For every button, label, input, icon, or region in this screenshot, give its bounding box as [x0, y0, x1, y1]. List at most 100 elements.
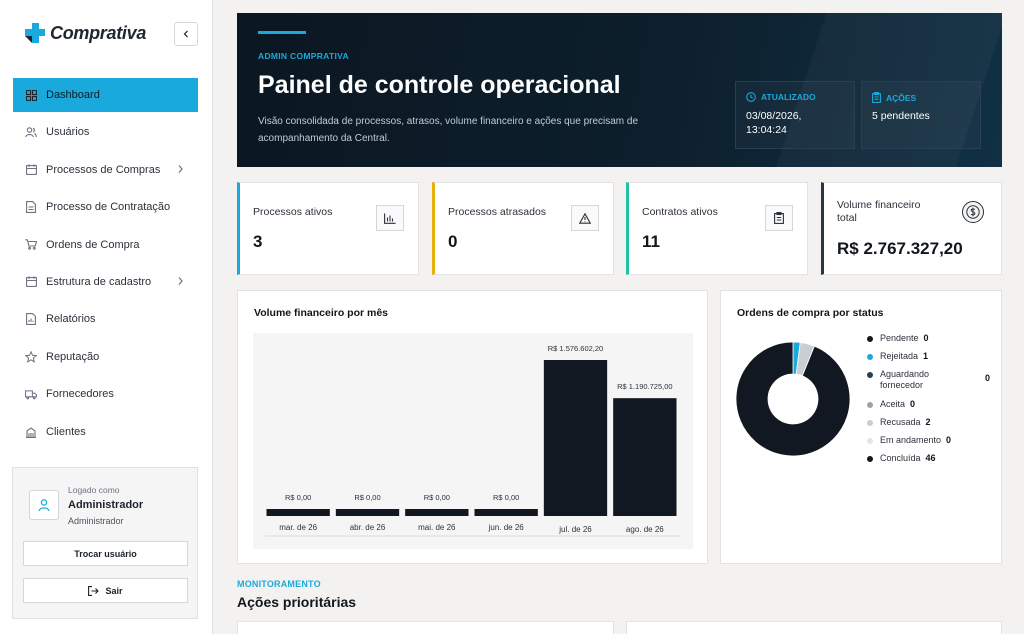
bar[interactable]: [405, 509, 469, 516]
sidebar-item-fornecedores[interactable]: Fornecedores: [13, 377, 198, 411]
sidebar-item-label: Estrutura de cadastro: [46, 275, 152, 288]
updated-box: ATUALIZADO 03/08/2026, 13:04:24: [735, 81, 855, 149]
legend-swatch: [867, 456, 873, 462]
stat-label: Processos atrasados: [448, 206, 547, 218]
building-icon: [25, 426, 37, 438]
bar-chart-title: Volume financeiro por mês: [254, 307, 389, 319]
legend-label: Concluída: [880, 453, 921, 463]
report-icon: [25, 313, 37, 326]
sidebar-item-reputacao[interactable]: Reputação: [13, 340, 198, 374]
calendar-icon: [25, 164, 37, 176]
stat-value: R$ 2.767.327,20: [837, 239, 963, 258]
avatar: [29, 490, 59, 520]
stat-value: 0: [448, 232, 458, 251]
legend-label: Rejeitada: [880, 351, 919, 361]
bar-value-label: R$ 1.190.725,00: [617, 382, 672, 391]
switch-user-label: Trocar usuário: [74, 548, 137, 559]
brand-name: Comprativa: [50, 22, 147, 43]
bar-chart-panel: Volume financeiro por mês R$ 0,00 mar. de…: [237, 290, 708, 564]
bar[interactable]: [335, 509, 400, 516]
cart-icon: [25, 239, 37, 251]
sidebar-item-estrutura-de-cadastro[interactable]: Estrutura de cadastro: [13, 265, 198, 299]
sidebar-item-label: Relatórios: [46, 313, 96, 326]
legend-item: Pendente 0: [867, 333, 997, 343]
bar[interactable]: [474, 509, 538, 516]
sidebar-item-label: Fornecedores: [46, 388, 114, 401]
sidebar-item-relatorios[interactable]: Relatórios: [13, 302, 198, 336]
stat-card-processos-atrasados[interactable]: Processos atrasados 0: [432, 182, 614, 275]
switch-user-button[interactable]: Trocar usuário: [23, 541, 188, 566]
dollar-icon: [959, 199, 987, 225]
stat-label: Processos ativos: [253, 206, 333, 218]
stat-card-volume-financeiro[interactable]: Volume financeiro total R$ 2.767.327,20: [821, 182, 1002, 275]
bar[interactable]: [266, 509, 330, 516]
chevron-right-icon: [178, 277, 183, 285]
sidebar-item-processos-de-compras[interactable]: Processos de Compras: [13, 153, 198, 187]
actions-label-row: AÇÕES: [872, 92, 916, 103]
cross-logo-icon: [25, 23, 45, 43]
clipboard-icon: [872, 92, 881, 103]
actions-label: AÇÕES: [886, 92, 917, 103]
priority-card: [237, 621, 614, 634]
legend-count: 0: [946, 435, 952, 445]
logout-label: Sair: [105, 585, 123, 596]
status-chart-title: Ordens de compra por status: [737, 307, 884, 319]
user-icon: [38, 499, 50, 512]
bar-chart-area: R$ 0,00 mar. de 26 R$ 0,00 abr. de 26 R$ 0,0…: [253, 333, 693, 549]
legend-swatch: [867, 420, 873, 426]
clock-icon: [746, 92, 756, 102]
stat-label: Contratos ativos: [642, 206, 718, 218]
legend-label: Aguardando fornecedor: [880, 369, 930, 390]
x-tick-label: ago. de 26: [626, 525, 664, 534]
actions-box: AÇÕES 5 pendentes: [861, 81, 981, 149]
sidebar-item-label: Processo de Contratação: [46, 201, 171, 214]
page-title: Painel de controle operacional: [258, 71, 621, 99]
actions-value: 5 pendentes: [872, 110, 930, 122]
x-tick-label: jun. de 26: [488, 523, 525, 532]
legend-label: Pendente: [880, 333, 919, 343]
legend-item: Em andamento 0: [867, 435, 997, 445]
sidebar-item-label: Usuários: [46, 126, 90, 139]
sidebar-item-usuarios[interactable]: Usuários: [13, 115, 198, 149]
sidebar-item-label: Dashboard: [46, 89, 100, 101]
legend-swatch: [867, 402, 873, 408]
x-tick-label: jul. de 26: [558, 525, 592, 534]
legend-count: 46: [925, 453, 936, 463]
logout-button[interactable]: Sair: [23, 578, 188, 603]
chevron-right-icon: [178, 164, 183, 173]
legend-swatch: [867, 336, 873, 342]
bar[interactable]: [543, 360, 608, 516]
legend-item: Aceita 0: [867, 399, 997, 409]
sidebar-nav: Dashboard Usuários Processos de Compras …: [13, 78, 198, 452]
bar-chart-icon: [376, 205, 404, 231]
bar[interactable]: [613, 398, 677, 516]
bar-value-label: R$ 1.576.602,20: [548, 344, 603, 353]
stat-card-contratos-ativos[interactable]: Contratos ativos 11: [626, 182, 808, 275]
donut-slice[interactable]: [735, 341, 851, 457]
sidebar-item-label: Clientes: [46, 425, 86, 438]
legend-count: 0: [985, 373, 991, 383]
user-role: Administrador: [68, 516, 124, 526]
sidebar-item-clientes[interactable]: Clientes: [13, 415, 198, 449]
x-tick-label: abr. de 26: [350, 523, 386, 532]
bar-value-label: R$ 0,00: [354, 493, 380, 502]
legend-label: Recusada: [880, 417, 921, 427]
status-chart-panel: Ordens de compra por status Pendente 0 Rej…: [720, 290, 1002, 564]
logged-as-label: Logado como: [68, 485, 120, 495]
legend-swatch: [867, 354, 873, 360]
stat-card-processos-ativos[interactable]: Processos ativos 3: [237, 182, 419, 275]
bar-chart: R$ 0,00 mar. de 26 R$ 0,00 abr. de 26 R$ 0,0…: [265, 344, 681, 537]
sidebar-item-ordens-de-compra[interactable]: Ordens de Compra: [13, 228, 198, 262]
hero-subtitle: Visão consolidada de processos, atrasos,…: [258, 116, 639, 144]
legend-label: Aceita: [880, 399, 906, 409]
legend-count: 1: [923, 351, 929, 361]
sidebar-item-dashboard[interactable]: Dashboard: [13, 78, 198, 112]
legend-label: Em andamento: [880, 435, 942, 445]
calendar-icon: [25, 276, 37, 288]
sidebar-item-processo-de-contratacao[interactable]: Processo de Contratação: [13, 190, 198, 224]
brand-logo[interactable]: Comprativa: [24, 22, 146, 44]
sidebar: Comprativa Dashboard Usuários Processos …: [0, 0, 213, 634]
collapse-sidebar-button[interactable]: [174, 22, 198, 46]
bar-value-label: R$ 0,00: [493, 493, 519, 502]
warning-icon: [571, 205, 599, 231]
